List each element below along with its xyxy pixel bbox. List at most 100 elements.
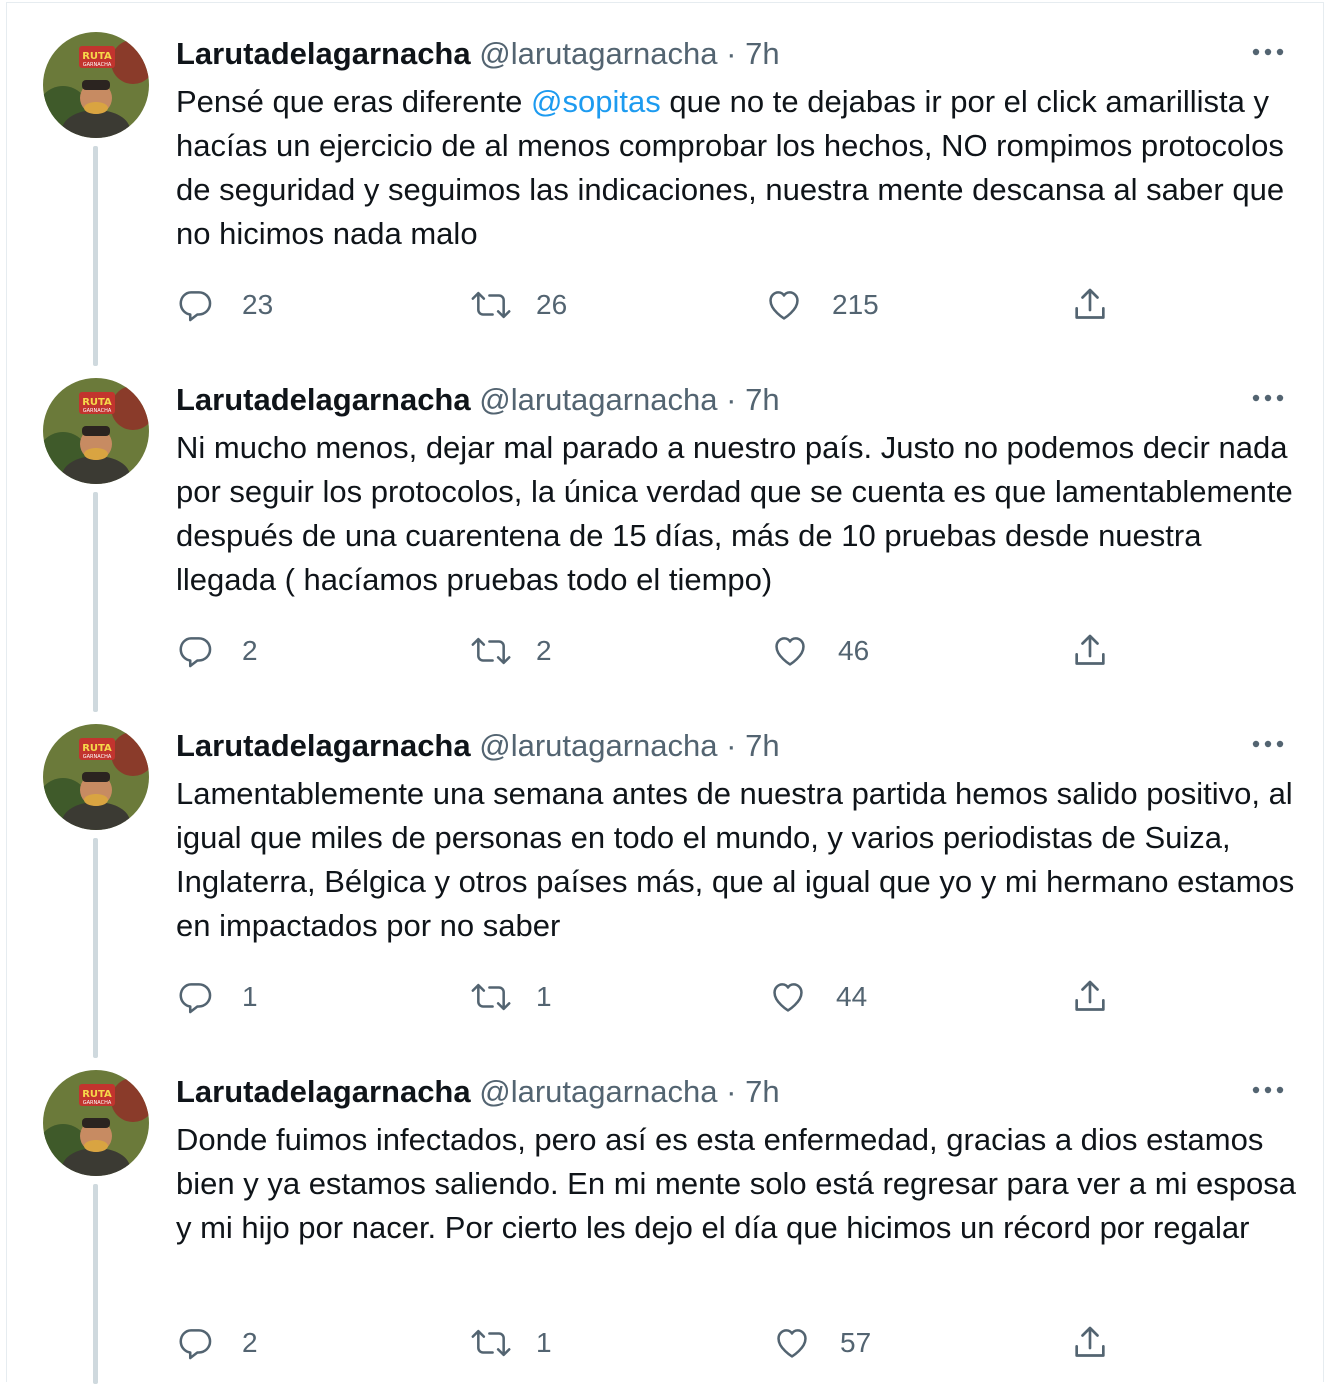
like-icon	[772, 1324, 812, 1362]
like-count: 57	[840, 1327, 872, 1358]
avatar-logo-text: RUTA	[82, 397, 112, 408]
more-icon[interactable]	[1248, 1078, 1288, 1102]
separator-dot: ·	[726, 382, 737, 417]
thread-line	[93, 146, 98, 366]
tweet-header: Larutadelagarnacha @larutagarnacha · 7h	[176, 380, 780, 420]
share-icon	[1070, 285, 1110, 325]
separator-dot: ·	[726, 728, 737, 763]
tweet-text: Ni mucho menos, dejar mal parado a nuest…	[176, 426, 1296, 602]
retweet-button[interactable]: 1	[470, 1318, 552, 1368]
tweet-text: Pensé que eras diferente @sopitas que no…	[176, 80, 1296, 256]
reply-button[interactable]: 1	[176, 972, 258, 1022]
like-count: 215	[832, 289, 879, 320]
tweet-header: Larutadelagarnacha @larutagarnacha · 7h	[176, 1072, 780, 1112]
tweet-text: Donde fuimos infectados, pero así es est…	[176, 1118, 1296, 1250]
tweet-header: Larutadelagarnacha @larutagarnacha · 7h	[176, 726, 780, 766]
share-button[interactable]	[1070, 972, 1110, 1022]
retweet-icon	[470, 632, 512, 670]
thread-line	[93, 492, 98, 712]
user-handle[interactable]: @larutagarnacha	[479, 382, 717, 417]
share-icon	[1070, 977, 1110, 1017]
share-icon	[1070, 631, 1110, 671]
separator-dot: ·	[726, 1074, 737, 1109]
tweet-text-part: Lamentablemente una semana antes de nues…	[176, 776, 1295, 943]
retweet-button[interactable]: 2	[470, 626, 552, 676]
like-button[interactable]: 44	[768, 972, 867, 1022]
timestamp[interactable]: 7h	[745, 1074, 779, 1109]
avatar-logo-subtext: GARNACHA	[83, 62, 112, 68]
more-icon[interactable]	[1248, 732, 1288, 756]
reply-button[interactable]: 2	[176, 1318, 258, 1368]
display-name[interactable]: Larutadelagarnacha	[176, 1074, 471, 1109]
display-name[interactable]: Larutadelagarnacha	[176, 728, 471, 763]
like-button[interactable]: 46	[770, 626, 869, 676]
retweet-button[interactable]: 26	[470, 280, 567, 330]
user-handle[interactable]: @larutagarnacha	[479, 728, 717, 763]
retweet-count: 1	[536, 1327, 552, 1358]
share-icon	[1070, 1323, 1110, 1363]
retweet-icon	[470, 1324, 512, 1362]
tweet-text: Lamentablemente una semana antes de nues…	[176, 772, 1296, 948]
more-icon[interactable]	[1248, 386, 1288, 410]
avatar[interactable]: RUTA GARNACHA	[43, 724, 149, 830]
mention-link[interactable]: @sopitas	[531, 84, 661, 119]
retweet-count: 2	[536, 635, 552, 666]
like-icon	[770, 632, 810, 670]
like-icon	[764, 286, 804, 324]
timestamp[interactable]: 7h	[745, 728, 779, 763]
tweet-text-part: Pensé que eras diferente	[176, 84, 532, 119]
tweet-text-part: Donde fuimos infectados, pero así es est…	[176, 1122, 1296, 1245]
retweet-button[interactable]: 1	[470, 972, 552, 1022]
reply-button[interactable]: 23	[176, 280, 273, 330]
display-name[interactable]: Larutadelagarnacha	[176, 36, 471, 71]
retweet-count: 1	[536, 981, 552, 1012]
tweet[interactable]: RUTA GARNACHA Larutadelagarnacha @laruta…	[0, 692, 1328, 1058]
avatar[interactable]: RUTA GARNACHA	[43, 378, 149, 484]
retweet-icon	[470, 286, 512, 324]
avatar[interactable]: RUTA GARNACHA	[43, 32, 149, 138]
separator-dot: ·	[726, 36, 737, 71]
tweet[interactable]: RUTA GARNACHA Larutadelagarnacha @laruta…	[0, 1038, 1328, 1384]
reply-count: 2	[242, 1327, 258, 1358]
share-button[interactable]	[1070, 280, 1110, 330]
more-icon[interactable]	[1248, 40, 1288, 64]
user-handle[interactable]: @larutagarnacha	[479, 1074, 717, 1109]
reply-count: 1	[242, 981, 258, 1012]
avatar-logo-subtext: GARNACHA	[83, 1100, 112, 1106]
avatar-logo-subtext: GARNACHA	[83, 408, 112, 414]
reply-count: 23	[242, 289, 274, 320]
avatar-logo-text: RUTA	[82, 1089, 112, 1100]
user-handle[interactable]: @larutagarnacha	[479, 36, 717, 71]
reply-icon	[176, 1324, 214, 1362]
reply-button[interactable]: 2	[176, 626, 258, 676]
reply-icon	[176, 632, 214, 670]
share-button[interactable]	[1070, 1318, 1110, 1368]
tweet-actions: 23 26 215	[0, 280, 1328, 330]
display-name[interactable]: Larutadelagarnacha	[176, 382, 471, 417]
reply-icon	[176, 978, 214, 1016]
retweet-icon	[470, 978, 512, 1016]
reply-count: 2	[242, 635, 258, 666]
tweet-header: Larutadelagarnacha @larutagarnacha · 7h	[176, 34, 780, 74]
timestamp[interactable]: 7h	[745, 36, 779, 71]
avatar-logo-subtext: GARNACHA	[83, 754, 112, 760]
reply-icon	[176, 286, 214, 324]
tweet-text-part: Ni mucho menos, dejar mal parado a nuest…	[176, 430, 1293, 597]
like-count: 46	[838, 635, 870, 666]
avatar-logo-text: RUTA	[82, 51, 112, 62]
tweet-actions: 2 1 57	[0, 1318, 1328, 1368]
timestamp[interactable]: 7h	[745, 382, 779, 417]
share-button[interactable]	[1070, 626, 1110, 676]
tweet[interactable]: RUTA GARNACHA Larutadelagarnacha @laruta…	[0, 0, 1328, 366]
tweet-actions: 2 2 46	[0, 626, 1328, 676]
retweet-count: 26	[536, 289, 568, 320]
thread-line	[93, 838, 98, 1058]
like-count: 44	[836, 981, 868, 1012]
like-button[interactable]: 215	[764, 280, 879, 330]
avatar-logo-text: RUTA	[82, 743, 112, 754]
like-button[interactable]: 57	[772, 1318, 871, 1368]
tweet-actions: 1 1 44	[0, 972, 1328, 1022]
avatar[interactable]: RUTA GARNACHA	[43, 1070, 149, 1176]
tweet[interactable]: RUTA GARNACHA Larutadelagarnacha @laruta…	[0, 346, 1328, 712]
like-icon	[768, 978, 808, 1016]
